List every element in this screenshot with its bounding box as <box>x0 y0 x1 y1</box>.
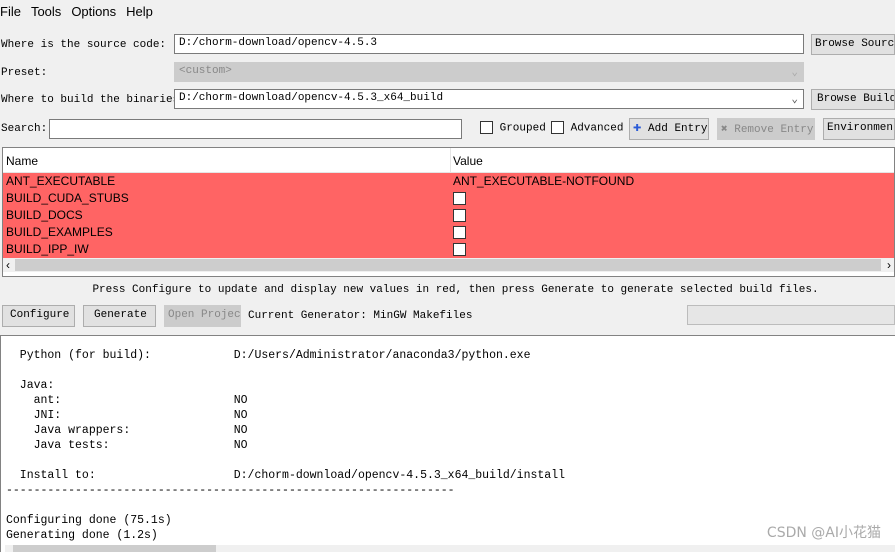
browse-build-button[interactable]: Browse Build... <box>811 89 895 110</box>
row-checkbox[interactable] <box>453 209 466 222</box>
scroll-right-icon[interactable]: › <box>887 258 891 272</box>
menu-options[interactable]: Options <box>71 0 126 24</box>
build-label: Where to build the binaries: <box>1 94 186 106</box>
table-row[interactable]: BUILD_EXAMPLES <box>3 224 894 241</box>
table-row[interactable]: BUILD_DOCS <box>3 207 894 224</box>
table-row[interactable]: ANT_EXECUTABLE ANT_EXECUTABLE-NOTFOUND <box>3 173 894 190</box>
grouped-label: Grouped <box>499 122 546 135</box>
row-name: BUILD_DOCS <box>6 208 83 222</box>
remove-entry-label: Remove Entry <box>734 124 814 136</box>
search-input[interactable] <box>49 119 462 139</box>
open-project-button[interactable]: Open Project <box>164 305 241 327</box>
progress-bar <box>687 305 895 325</box>
advanced-checkbox[interactable]: Advanced <box>551 121 623 134</box>
hint-text: Press Configure to update and display ne… <box>92 284 819 296</box>
menu-file[interactable]: File <box>0 0 31 24</box>
chevron-down-icon: ⌄ <box>791 94 798 106</box>
preset-select[interactable]: <custom> ⌄ <box>174 62 804 82</box>
horizontal-scrollbar[interactable]: ‹ › <box>3 258 894 272</box>
row-name: ANT_EXECUTABLE <box>6 174 116 188</box>
header-value[interactable]: Value <box>453 154 483 168</box>
generate-button[interactable]: Generate <box>83 305 156 327</box>
build-value: D:/chorm-download/opencv-4.5.3_x64_build <box>179 92 444 104</box>
scroll-thumb[interactable] <box>15 259 881 271</box>
source-label: Where is the source code: <box>1 39 167 51</box>
table-header: Name Value <box>3 148 894 173</box>
table-row[interactable]: BUILD_IPP_IW <box>3 241 894 258</box>
add-entry-button[interactable]: ✚ Add Entry <box>629 118 709 140</box>
row-checkbox[interactable] <box>453 192 466 205</box>
row-name: BUILD_EXAMPLES <box>6 225 113 239</box>
cache-table: Name Value ANT_EXECUTABLE ANT_EXECUTABLE-… <box>2 147 895 277</box>
advanced-label: Advanced <box>570 122 624 135</box>
table-row[interactable]: BUILD_CUDA_STUBS <box>3 190 894 207</box>
add-entry-label: Add Entry <box>648 123 708 135</box>
current-generator: Current Generator: MinGW Makefiles <box>248 310 473 322</box>
row-name: BUILD_IPP_IW <box>6 242 89 256</box>
row-checkbox[interactable] <box>453 226 466 239</box>
scroll-thumb[interactable] <box>13 545 216 552</box>
source-input[interactable]: D:/chorm-download/opencv-4.5.3 <box>174 34 804 54</box>
build-combo[interactable]: D:/chorm-download/opencv-4.5.3_x64_build… <box>174 89 804 109</box>
menu-tools[interactable]: Tools <box>31 0 71 24</box>
row-value: ANT_EXECUTABLE-NOTFOUND <box>453 174 635 188</box>
preset-label: Preset: <box>1 67 48 79</box>
search-label: Search: <box>1 123 48 135</box>
configure-button[interactable]: Configure <box>2 305 75 327</box>
remove-icon: ✖ <box>721 124 728 136</box>
watermark: CSDN @AI小花猫 <box>766 525 881 541</box>
menu-help[interactable]: Help <box>126 0 163 24</box>
preset-value: <custom> <box>179 65 232 77</box>
output-text: Python (for build): D:/Users/Administrat… <box>6 349 565 542</box>
remove-entry-button[interactable]: ✖ Remove Entry <box>717 118 815 140</box>
output-log[interactable]: Python (for build): D:/Users/Administrat… <box>0 335 895 552</box>
row-name: BUILD_CUDA_STUBS <box>6 191 129 205</box>
plus-icon: ✚ <box>633 120 642 136</box>
grouped-checkbox[interactable]: Grouped <box>480 121 546 134</box>
row-checkbox[interactable] <box>453 243 466 256</box>
chevron-down-icon: ⌄ <box>791 67 798 79</box>
menu-bar: File Tools Options Help <box>0 0 163 24</box>
browse-source-button[interactable]: Browse Source... <box>811 34 895 55</box>
scroll-left-icon[interactable]: ‹ <box>6 258 10 272</box>
output-scrollbar[interactable] <box>5 545 895 552</box>
header-name[interactable]: Name <box>6 154 38 168</box>
environment-button[interactable]: Environment... <box>823 118 895 140</box>
